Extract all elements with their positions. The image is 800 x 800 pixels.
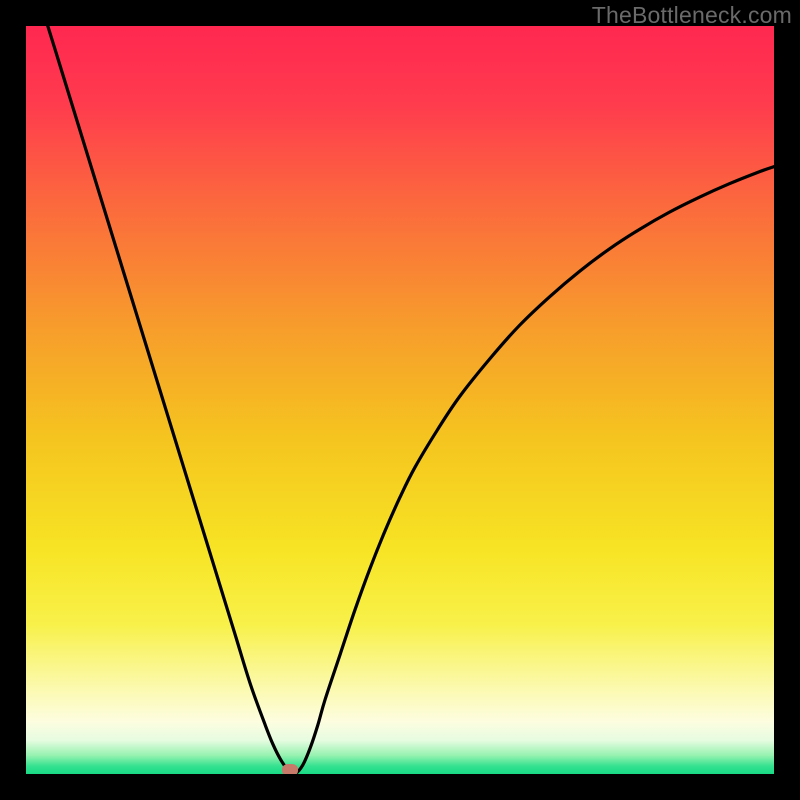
plot-area — [26, 26, 774, 774]
watermark-text: TheBottleneck.com — [592, 2, 792, 29]
curve-layer — [26, 26, 774, 774]
chart-frame: TheBottleneck.com — [0, 0, 800, 800]
optimum-marker — [282, 764, 298, 775]
bottleneck-curve — [26, 26, 774, 773]
